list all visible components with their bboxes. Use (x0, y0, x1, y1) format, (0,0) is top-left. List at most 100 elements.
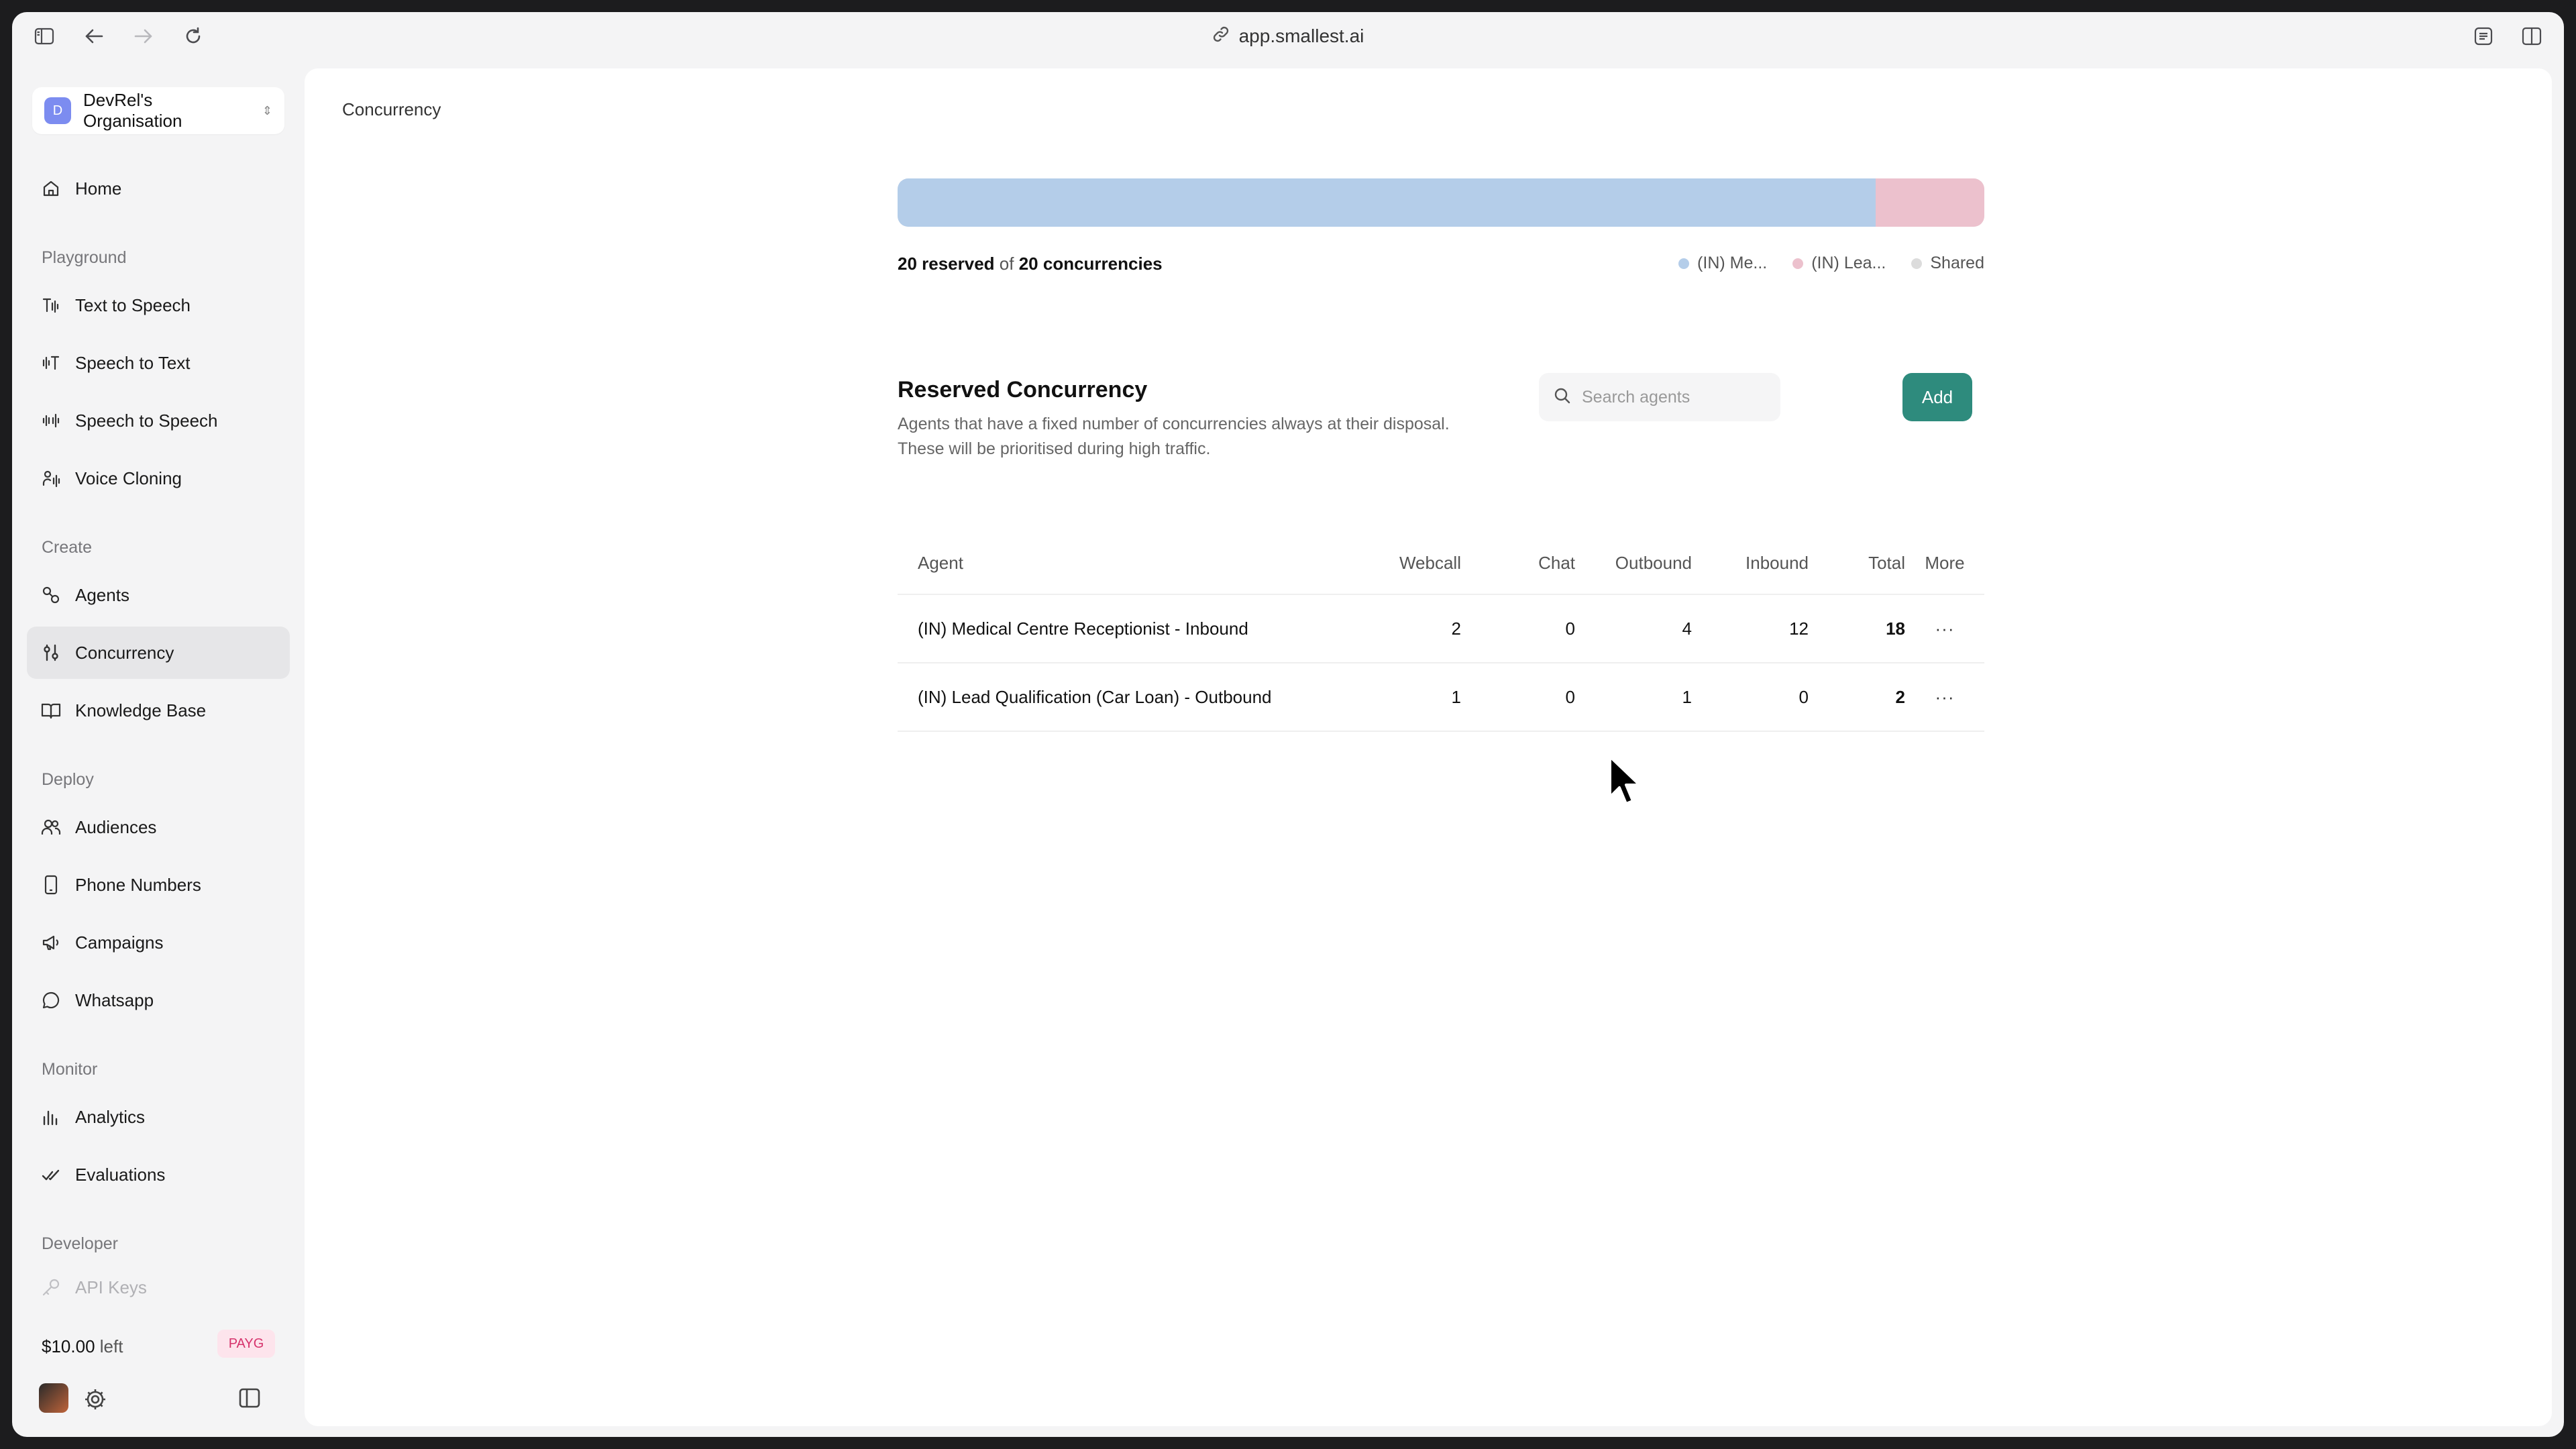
sidebar-item-speech-to-text[interactable]: Speech to Text (27, 337, 290, 389)
sidebar-item-label: Whatsapp (75, 989, 154, 1010)
credits-amount: $10.00 (42, 1336, 95, 1356)
bar-chart-icon (40, 1106, 62, 1128)
legend-item: Shared (1911, 254, 1984, 273)
column-header-chat: Chat (1538, 553, 1575, 573)
sidebar-item-api-keys[interactable]: API Keys (27, 1261, 290, 1313)
sidebar-item-analytics[interactable]: Analytics (27, 1091, 290, 1143)
sidebar-item-label: Concurrency (75, 642, 174, 663)
outbound-count: 4 (1575, 594, 1692, 663)
chat-bubble-icon (40, 989, 62, 1011)
usage-segment (1876, 178, 1984, 227)
sidebar-item-phone-numbers[interactable]: Phone Numbers (27, 859, 290, 911)
home-icon (40, 178, 62, 199)
search-input[interactable] (1582, 387, 1770, 407)
legend-label: Shared (1930, 254, 1984, 272)
sidebar-item-concurrency[interactable]: Concurrency (27, 627, 290, 679)
book-icon (40, 700, 62, 721)
org-switcher[interactable]: D DevRel's Organisation ⇕ (32, 87, 284, 134)
mouse-cursor-icon (1609, 755, 1641, 805)
usage-legend: (IN) Me... (IN) Lea... Shared (1678, 254, 1984, 273)
usage-segment (898, 178, 1876, 227)
section-description: Agents that have a fixed number of concu… (898, 412, 1568, 462)
column-header-agent: Agent (918, 553, 963, 573)
total-count: 20 concurrencies (1018, 254, 1163, 274)
text-to-speech-icon (40, 294, 62, 316)
double-check-icon (40, 1164, 62, 1185)
address-bar[interactable]: app.smallest.ai (12, 21, 2564, 51)
browser-toolbar: app.smallest.ai (12, 12, 2564, 59)
agents-icon (40, 584, 62, 606)
sidebar-item-knowledge-base[interactable]: Knowledge Base (27, 684, 290, 737)
sidebar-item-whatsapp[interactable]: Whatsapp (27, 974, 290, 1026)
sidebar-item-voice-cloning[interactable]: Voice Cloning (27, 452, 290, 504)
sidebar-item-label: Speech to Text (75, 352, 191, 373)
section-label-deploy: Deploy (42, 770, 94, 789)
sidebar-item-label: API Keys (75, 1277, 147, 1297)
sidebar-item-home[interactable]: Home (27, 162, 290, 215)
sidebar: D DevRel's Organisation ⇕ Home Playgroun… (12, 59, 303, 1437)
search-icon (1554, 387, 1571, 408)
sidebar-item-evaluations[interactable]: Evaluations (27, 1148, 290, 1201)
add-button[interactable]: Add (1902, 373, 1972, 421)
sidebar-item-speech-to-speech[interactable]: Speech to Speech (27, 394, 290, 447)
org-avatar: D (44, 97, 71, 124)
reserved-count: 20 reserved (898, 254, 995, 274)
sidebar-item-text-to-speech[interactable]: Text to Speech (27, 279, 290, 331)
description-line: Agents that have a fixed number of concu… (898, 415, 1450, 433)
sidebar-item-label: Text to Speech (75, 294, 191, 315)
reserved-concurrency-table: Agent Webcall Chat Outbound Inbound Tota… (898, 533, 1984, 732)
legend-dot (1678, 258, 1690, 269)
column-header-webcall: Webcall (1399, 553, 1461, 573)
gear-icon[interactable] (82, 1386, 109, 1413)
chat-count: 0 (1461, 662, 1575, 732)
legend-label: (IN) Lea... (1811, 254, 1886, 272)
credits-suffix: left (99, 1336, 123, 1356)
sidebar-item-agents[interactable]: Agents (27, 569, 290, 621)
sidebar-item-label: Campaigns (75, 932, 164, 953)
plan-badge[interactable]: PAYG (217, 1330, 275, 1358)
section-title: Reserved Concurrency (898, 377, 1148, 402)
total-count: 2 (1809, 662, 1905, 732)
sidebar-item-campaigns[interactable]: Campaigns (27, 916, 290, 969)
legend-item: (IN) Me... (1678, 254, 1767, 273)
agent-name: (IN) Lead Qualification (Car Loan) - Out… (898, 662, 1367, 732)
table-row[interactable]: (IN) Lead Qualification (Car Loan) - Out… (898, 662, 1984, 732)
sidebar-item-label: Agents (75, 584, 129, 605)
section-label-monitor: Monitor (42, 1060, 98, 1079)
section-label-create: Create (42, 538, 93, 557)
more-options-icon[interactable]: ··· (1905, 662, 1984, 732)
legend-dot (1911, 258, 1923, 269)
speech-to-text-icon (40, 352, 62, 374)
webcall-count: 2 (1367, 594, 1461, 663)
section-label-developer: Developer (42, 1234, 118, 1253)
agent-name: (IN) Medical Centre Receptionist - Inbou… (898, 594, 1367, 663)
split-view-icon[interactable] (2517, 21, 2546, 51)
usage-of: of (999, 254, 1014, 274)
reader-icon[interactable] (2469, 21, 2498, 51)
user-avatar[interactable] (39, 1383, 68, 1413)
sidebar-item-label: Analytics (75, 1106, 146, 1127)
inbound-count: 12 (1692, 594, 1809, 663)
column-header-more: More (1925, 553, 1965, 573)
users-icon (40, 816, 62, 838)
more-options-icon[interactable]: ··· (1905, 594, 1984, 663)
column-header-outbound: Outbound (1615, 553, 1692, 573)
outbound-count: 1 (1575, 662, 1692, 732)
sidebar-item-label: Home (75, 178, 122, 199)
column-header-inbound: Inbound (1746, 553, 1809, 573)
chevron-up-down-icon: ⇕ (262, 103, 272, 117)
megaphone-icon (40, 932, 62, 953)
sidebar-item-label: Speech to Speech (75, 410, 218, 431)
sidebar-item-audiences[interactable]: Audiences (27, 801, 290, 853)
webcall-count: 1 (1367, 662, 1461, 732)
sidebar-item-label: Audiences (75, 816, 157, 837)
breadcrumb: Concurrency (342, 99, 441, 119)
sidebar-item-label: Knowledge Base (75, 700, 207, 720)
collapse-sidebar-icon[interactable] (237, 1386, 264, 1413)
search-box[interactable] (1539, 373, 1780, 421)
section-label-playground: Playground (42, 248, 127, 267)
sidebar-item-label: Phone Numbers (75, 874, 201, 895)
concurrency-icon (40, 642, 62, 663)
table-row[interactable]: (IN) Medical Centre Receptionist - Inbou… (898, 594, 1984, 663)
legend-dot (1792, 258, 1804, 269)
